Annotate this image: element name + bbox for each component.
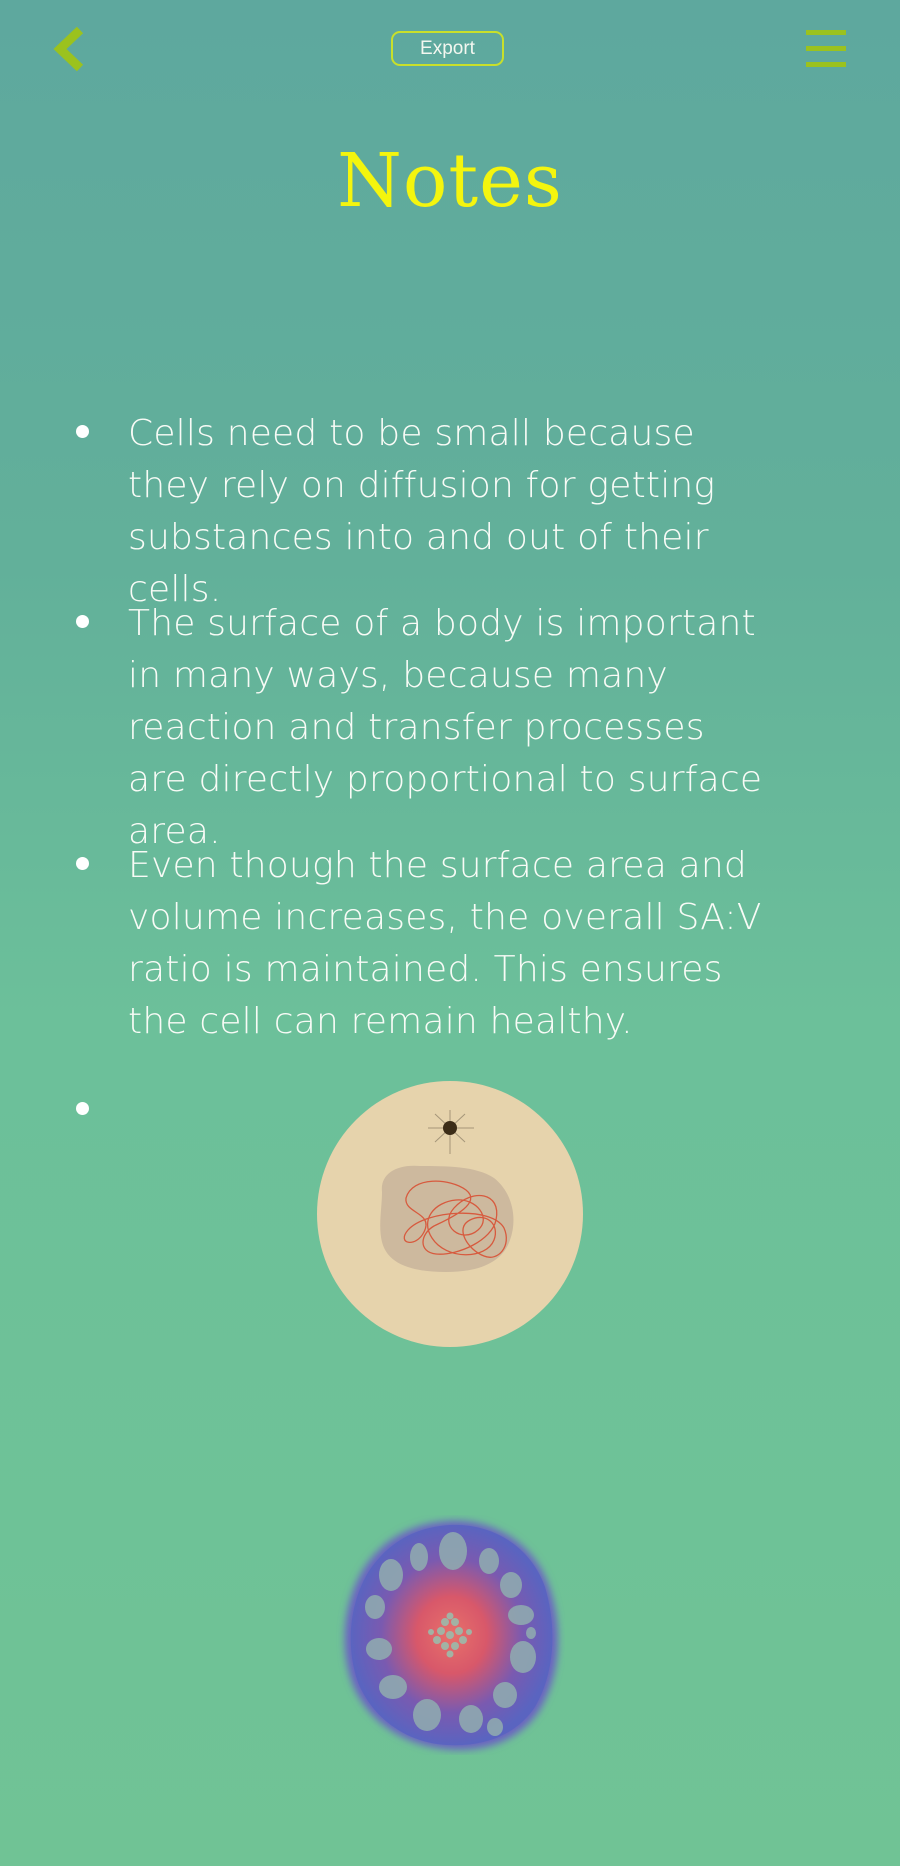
hamburger-line <box>806 46 846 51</box>
export-button[interactable]: Export <box>391 31 504 66</box>
note-text: The surface of a body is important in ma… <box>128 603 763 852</box>
page-title: Notes <box>337 138 563 224</box>
bullet-icon <box>76 1102 89 1115</box>
chevron-left-icon <box>53 26 84 72</box>
bullet-icon <box>76 425 89 438</box>
cell-illustration <box>316 1080 584 1348</box>
tissue-cross-section-illustration <box>335 1515 565 1755</box>
bullet-icon <box>76 857 89 870</box>
menu-button[interactable] <box>806 28 846 70</box>
back-button[interactable] <box>50 24 90 74</box>
hamburger-menu-icon <box>806 30 846 35</box>
note-text: Even though the surface area and volume … <box>128 845 762 1042</box>
note-text: Cells need to be small because they rely… <box>128 413 716 610</box>
hamburger-line <box>806 62 846 67</box>
bullet-icon <box>76 615 89 628</box>
